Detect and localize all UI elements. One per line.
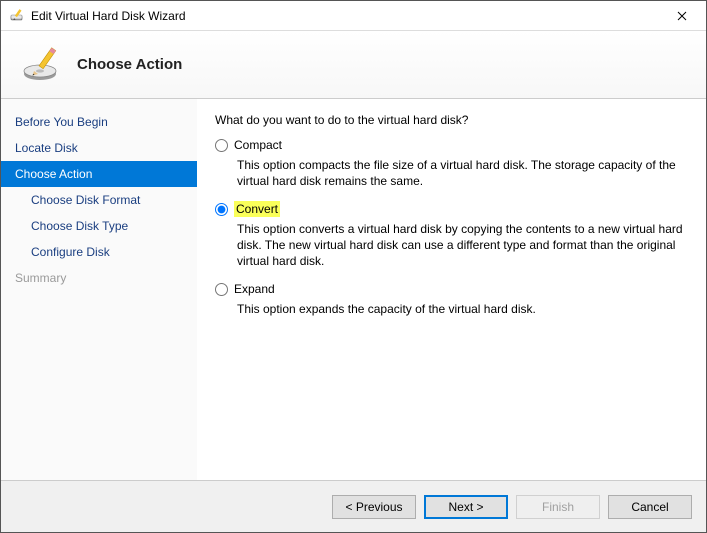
nav-locate-disk[interactable]: Locate Disk [1,135,197,161]
content-pane: What do you want to do to the virtual ha… [197,99,706,480]
option-compact-desc: This option compacts the file size of a … [237,157,684,189]
wizard-window: Edit Virtual Hard Disk Wizard Choose Act… [0,0,707,533]
radio-expand[interactable] [215,283,228,296]
option-expand-desc: This option expands the capacity of the … [237,301,684,317]
app-icon [9,8,25,24]
nav-sidebar: Before You Begin Locate Disk Choose Acti… [1,99,197,480]
window-title: Edit Virtual Hard Disk Wizard [31,9,662,23]
page-heading: Choose Action [77,56,182,73]
radio-convert[interactable] [215,203,228,216]
wizard-footer: < Previous Next > Finish Cancel [1,480,706,532]
previous-button[interactable]: < Previous [332,495,416,519]
option-convert-desc: This option converts a virtual hard disk… [237,221,684,269]
option-expand-label: Expand [234,281,275,297]
finish-button: Finish [516,495,600,519]
nav-configure-disk[interactable]: Configure Disk [1,239,197,265]
wizard-header: Choose Action [1,31,706,99]
nav-choose-action[interactable]: Choose Action [1,161,197,187]
nav-choose-disk-type[interactable]: Choose Disk Type [1,213,197,239]
nav-choose-disk-format[interactable]: Choose Disk Format [1,187,197,213]
prompt-text: What do you want to do to the virtual ha… [215,113,684,127]
cancel-button[interactable]: Cancel [608,495,692,519]
option-compact-label: Compact [234,137,282,153]
option-convert[interactable]: Convert [215,201,684,217]
nav-summary: Summary [1,265,197,291]
nav-before-you-begin[interactable]: Before You Begin [1,109,197,135]
option-compact[interactable]: Compact [215,137,684,153]
next-button[interactable]: Next > [424,495,508,519]
wizard-body: Before You Begin Locate Disk Choose Acti… [1,99,706,480]
option-expand[interactable]: Expand [215,281,684,297]
option-convert-label: Convert [234,201,280,217]
close-button[interactable] [662,2,702,30]
disk-pencil-icon [21,44,63,86]
radio-compact[interactable] [215,139,228,152]
titlebar: Edit Virtual Hard Disk Wizard [1,1,706,31]
